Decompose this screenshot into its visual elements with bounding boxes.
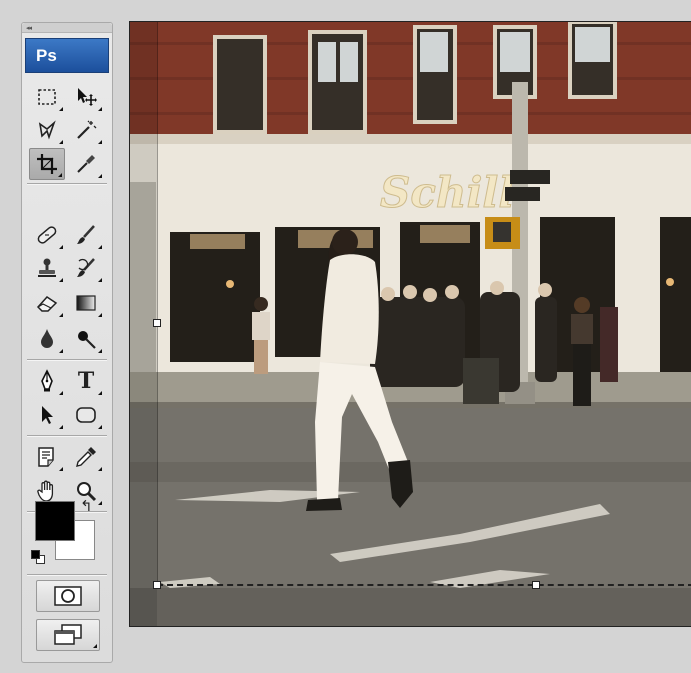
pen-icon — [41, 369, 53, 392]
droplet-icon — [41, 329, 53, 348]
bandage-icon — [37, 226, 57, 244]
stamp-icon — [38, 258, 56, 277]
hand-icon — [37, 480, 54, 502]
swap-colors-icon[interactable]: ↰ — [80, 499, 93, 514]
eyedropper-tool[interactable] — [68, 441, 104, 473]
arrow-icon — [42, 406, 53, 424]
tools-panel: ◂◂ Ps T ↰ — [21, 22, 113, 663]
type-tool[interactable]: T — [68, 365, 104, 397]
type-icon: T — [77, 368, 95, 394]
dodge-tool[interactable] — [68, 323, 104, 355]
crop-icon — [37, 154, 57, 174]
crop-shield-bottom — [130, 588, 691, 626]
notes-tool[interactable] — [29, 441, 65, 473]
lasso-tool[interactable] — [29, 114, 65, 146]
crop-marquee[interactable] — [157, 22, 691, 586]
separator — [27, 183, 107, 185]
crop-handle-bottom-left[interactable] — [153, 581, 161, 589]
quick-mask-icon — [54, 586, 82, 606]
move-tool[interactable] — [68, 81, 104, 113]
magic-wand-tool[interactable] — [68, 114, 104, 146]
eyedropper-icon — [76, 447, 96, 467]
document-canvas[interactable]: Schill — [129, 21, 691, 627]
eyedropper-slice-tool[interactable] — [68, 148, 104, 180]
screen-mode-icon — [54, 624, 82, 645]
crop-tool[interactable] — [29, 148, 65, 180]
gradient-icon — [76, 295, 96, 311]
clone-stamp-tool[interactable] — [29, 252, 65, 284]
panel-grip[interactable]: ◂◂ — [22, 23, 112, 33]
brush-icon — [77, 225, 95, 244]
separator — [27, 574, 107, 576]
separator — [27, 435, 107, 437]
screen-mode-button[interactable] — [36, 619, 100, 651]
gradient-tool[interactable] — [68, 287, 104, 319]
brush-tool[interactable] — [68, 219, 104, 251]
shape-tool[interactable] — [68, 399, 104, 431]
lasso-icon — [38, 120, 56, 140]
rectangular-marquee-tool[interactable] — [29, 81, 65, 113]
crop-handle-bottom-middle[interactable] — [532, 581, 540, 589]
crop-handle-left-middle[interactable] — [153, 319, 161, 327]
rounded-rect-icon — [76, 407, 96, 423]
notes-icon — [38, 447, 54, 467]
history-brush-tool[interactable] — [68, 252, 104, 284]
eraser-icon — [36, 296, 58, 312]
pen-tool[interactable] — [29, 365, 65, 397]
quick-mask-button[interactable] — [36, 580, 100, 612]
blur-tool[interactable] — [29, 323, 65, 355]
move-icon — [78, 88, 97, 106]
magic-wand-icon — [77, 120, 97, 139]
separator — [27, 359, 107, 361]
default-colors-icon[interactable] — [31, 550, 47, 566]
dodge-icon — [78, 331, 96, 349]
healing-brush-tool[interactable] — [29, 219, 65, 251]
history-brush-icon — [77, 258, 95, 277]
eraser-tool[interactable] — [29, 287, 65, 319]
path-selection-tool[interactable] — [29, 399, 65, 431]
slice-icon — [77, 155, 95, 173]
collapse-icon[interactable]: ◂◂ — [26, 24, 32, 32]
foreground-color-swatch[interactable] — [35, 501, 75, 541]
marquee-icon — [38, 89, 56, 105]
ps-logo[interactable]: Ps — [25, 38, 109, 73]
